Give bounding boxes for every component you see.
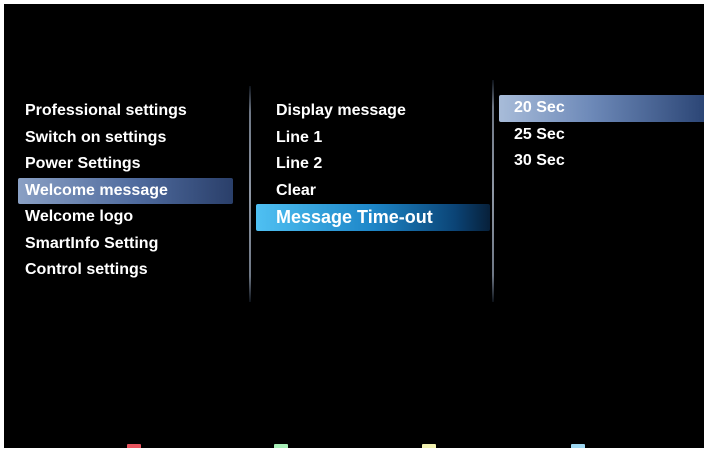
menu-column-3: 20 Sec 25 Sec 30 Sec (499, 95, 704, 175)
column-divider (492, 80, 494, 302)
blue-color-key[interactable] (571, 444, 585, 448)
menu-item-welcome-logo[interactable]: Welcome logo (18, 204, 233, 231)
red-color-key[interactable] (127, 444, 141, 448)
menu-item-power-settings[interactable]: Power Settings (18, 151, 233, 178)
menu-column-2: Display message Line 1 Line 2 Clear Mess… (256, 98, 490, 231)
menu-item-switch-on-settings[interactable]: Switch on settings (18, 125, 233, 152)
menu-item-clear[interactable]: Clear (256, 178, 490, 205)
menu-item-display-message[interactable]: Display message (256, 98, 490, 125)
yellow-color-key[interactable] (422, 444, 436, 448)
column-divider (249, 86, 251, 302)
menu-item-message-time-out[interactable]: Message Time-out (256, 204, 490, 231)
menu-item-control-settings[interactable]: Control settings (18, 257, 233, 284)
menu-item-line-1[interactable]: Line 1 (256, 125, 490, 152)
tv-screen: Professional settings Switch on settings… (4, 4, 704, 448)
option-25-sec[interactable]: 25 Sec (499, 122, 704, 149)
option-20-sec[interactable]: 20 Sec (499, 95, 704, 122)
option-30-sec[interactable]: 30 Sec (499, 148, 704, 175)
menu-item-smartinfo-setting[interactable]: SmartInfo Setting (18, 231, 233, 258)
menu-item-line-2[interactable]: Line 2 (256, 151, 490, 178)
green-color-key[interactable] (274, 444, 288, 448)
menu-item-welcome-message[interactable]: Welcome message (18, 177, 233, 204)
menu-item-professional-settings[interactable]: Professional settings (18, 98, 233, 125)
menu-column-1: Professional settings Switch on settings… (18, 98, 233, 284)
